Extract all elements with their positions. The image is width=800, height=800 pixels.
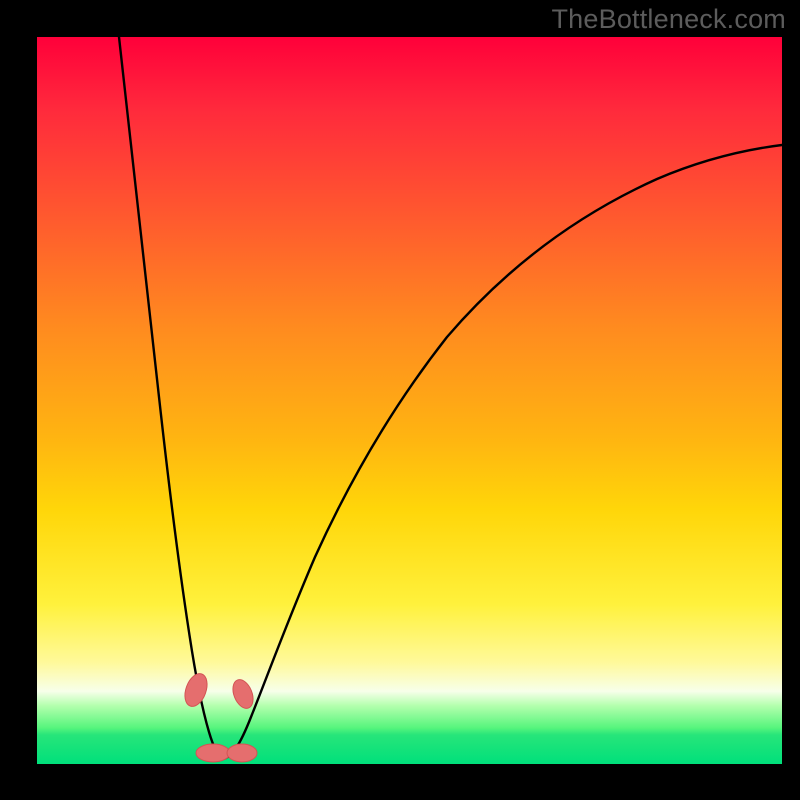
curve-right-branch <box>223 145 782 759</box>
blob-bottom-left <box>196 744 230 762</box>
watermark-text: TheBottleneck.com <box>551 4 786 35</box>
curve-layer <box>37 37 782 764</box>
chart-frame: TheBottleneck.com <box>0 0 800 800</box>
blob-bottom-right <box>227 744 257 762</box>
curve-left-branch <box>119 37 223 759</box>
blob-right-upper <box>229 677 257 712</box>
blob-left-upper <box>181 671 211 710</box>
annotation-blobs <box>181 671 257 762</box>
plot-area <box>37 37 782 764</box>
